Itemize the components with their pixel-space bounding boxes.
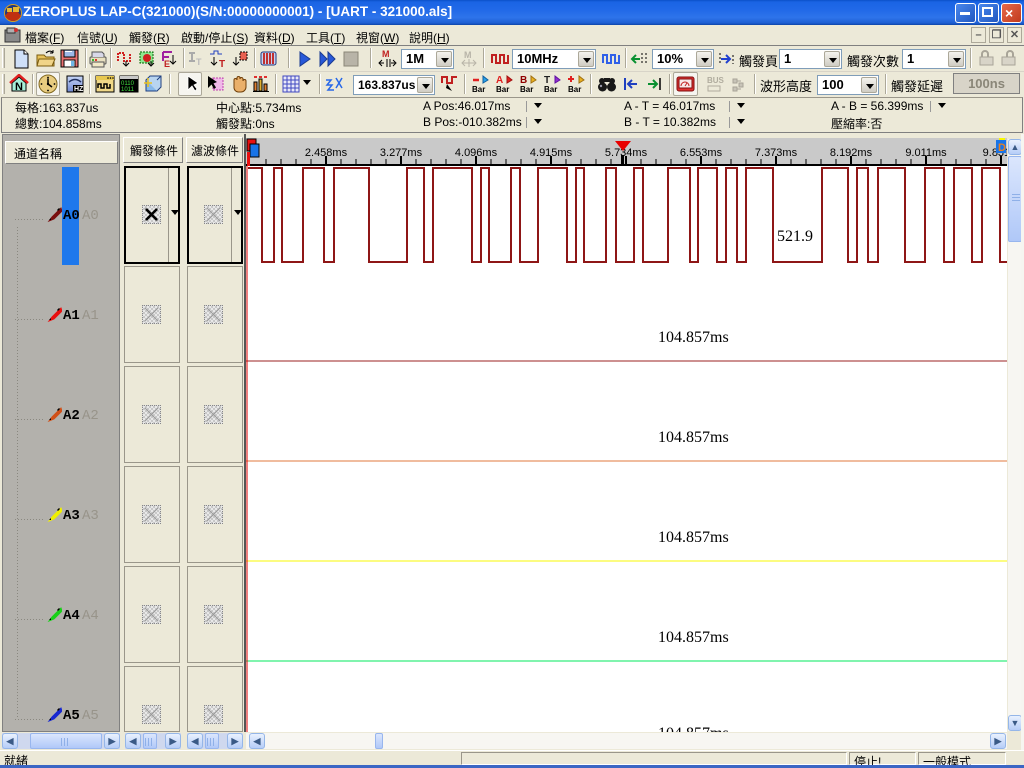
svg-text:Bar: Bar <box>472 85 485 94</box>
svg-text:4.096ms: 4.096ms <box>455 147 498 159</box>
svg-text:M: M <box>464 50 472 60</box>
svg-text:E: E <box>164 59 170 69</box>
svg-text:Bar: Bar <box>496 85 509 94</box>
svg-text:T: T <box>219 59 225 69</box>
svg-text:N: N <box>15 81 23 93</box>
svg-text:7.373ms: 7.373ms <box>755 147 798 159</box>
svg-text:T: T <box>196 57 202 67</box>
svg-text:4.915ms: 4.915ms <box>530 147 573 159</box>
svg-text:Bar: Bar <box>544 85 557 94</box>
svg-text:Bar: Bar <box>520 85 533 94</box>
svg-text:1011: 1011 <box>121 87 135 93</box>
svg-text:BUS: BUS <box>707 76 725 85</box>
svg-text:M: M <box>382 49 390 59</box>
svg-text:6.553ms: 6.553ms <box>680 147 723 159</box>
svg-text:Bar: Bar <box>568 85 581 94</box>
svg-text:9.011ms: 9.011ms <box>905 147 947 159</box>
svg-text:D: D <box>998 142 1006 154</box>
svg-text:HZ: HZ <box>74 86 84 93</box>
svg-text:2.458ms: 2.458ms <box>305 147 348 159</box>
svg-text:5.734ms: 5.734ms <box>605 147 648 159</box>
svg-text:3.277ms: 3.277ms <box>380 147 423 159</box>
svg-text:8.192ms: 8.192ms <box>830 147 873 159</box>
